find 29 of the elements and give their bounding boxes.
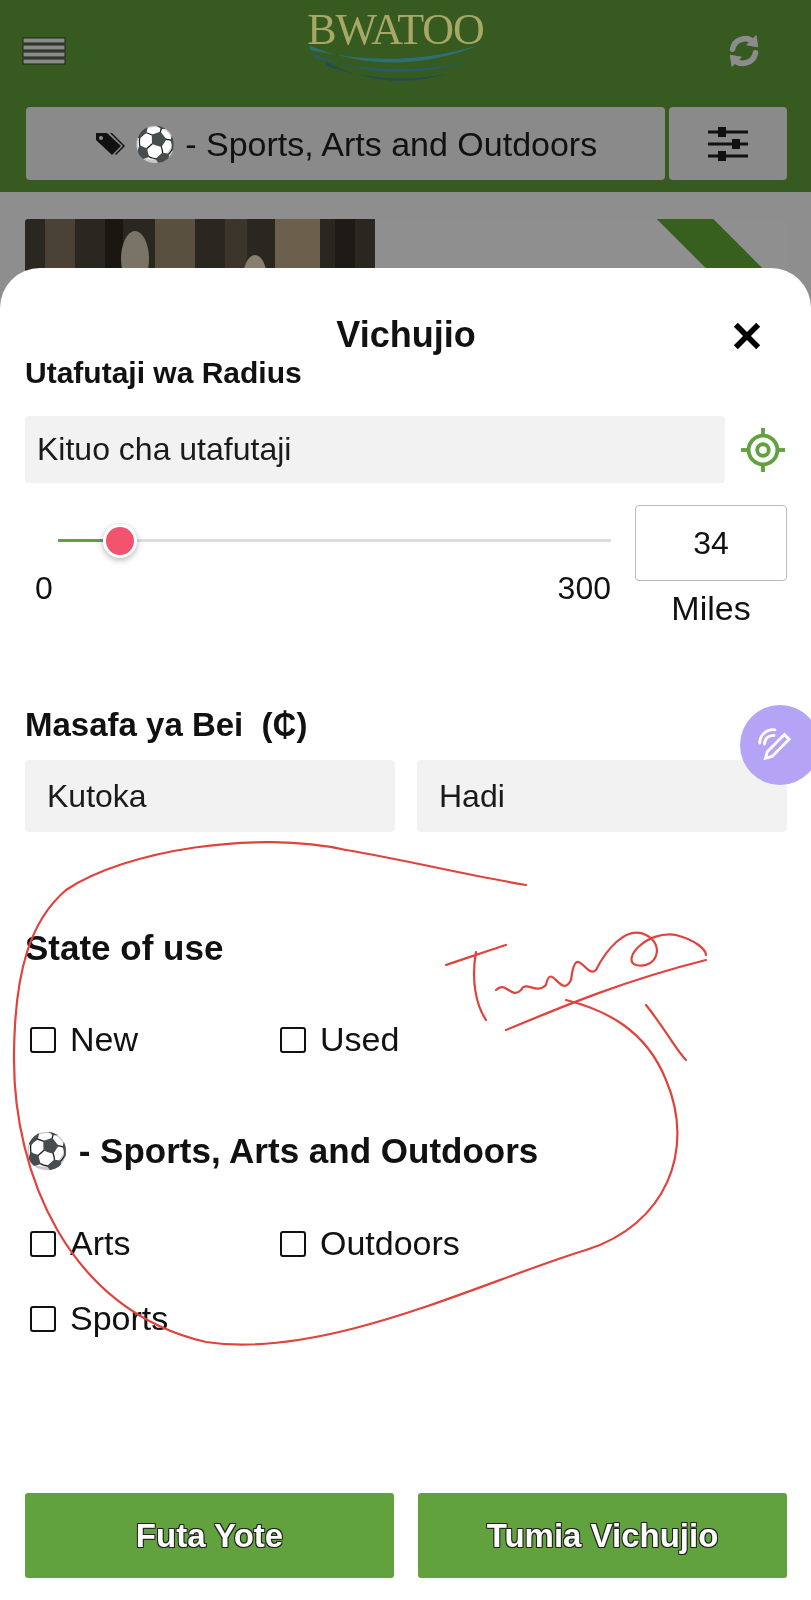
menu-icon[interactable] [22,36,66,66]
filter-button[interactable] [669,107,787,180]
checkbox[interactable] [280,1230,306,1257]
section-heading: ⚽ - Sports, Arts and Outdoors [25,1131,540,1172]
checkbox-option[interactable]: Outdoors [275,1224,460,1263]
section-heading: State of use [25,928,225,968]
sheet-title: Vichujio [336,314,476,356]
category-button[interactable]: ⚽ - Sports, Arts and Outdoors [26,107,665,180]
slider-min-label: 0 [35,570,53,607]
price-from-field[interactable]: Kutoka [25,760,395,832]
checkbox-option[interactable]: Arts [25,1224,131,1263]
slider-max-label: 300 [557,570,611,607]
slider-thumb[interactable] [103,524,138,558]
checkbox-option[interactable]: New [25,1020,139,1059]
checkbox[interactable] [280,1026,306,1053]
unit-label: Miles [671,589,751,628]
logo-text: BWATOO [307,8,484,52]
close-icon[interactable] [733,322,761,350]
checkbox[interactable] [30,1026,56,1053]
section-heading: Masafa ya Bei (₵) [25,706,309,744]
location-target-icon[interactable] [739,425,787,474]
radius-value-field[interactable]: 34 [635,505,787,581]
sliders-icon [706,125,750,162]
price-to-field[interactable]: Hadi [417,760,787,832]
checkbox[interactable] [30,1305,56,1332]
section-heading: Utafutaji wa Radius [25,356,303,390]
checkbox-option[interactable]: Used [275,1020,400,1059]
location-field[interactable]: Kituo cha utafutaji [25,416,725,483]
checkbox[interactable] [30,1230,56,1257]
